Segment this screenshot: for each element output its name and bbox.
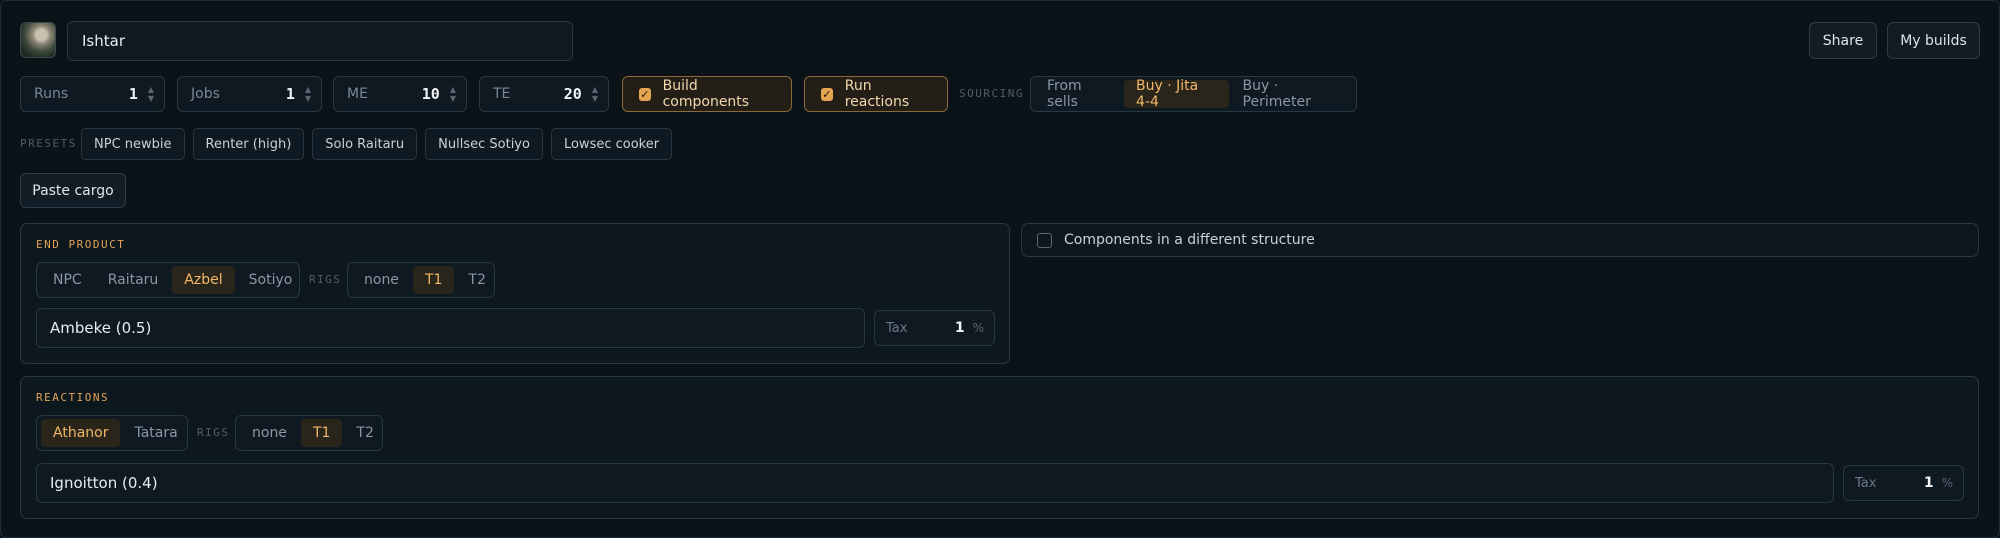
build-components-label: Build components	[662, 78, 750, 110]
runs-field[interactable]: Runs 1 ▲ ▼	[20, 76, 165, 112]
jobs-value: 1	[285, 85, 295, 103]
sourcing-selector: From sells Buy · Jita 4-4 Buy · Perimete…	[1030, 76, 1357, 112]
end-product-rigs-selector: none T1 T2	[347, 262, 495, 298]
te-label: TE	[493, 86, 511, 102]
ship-avatar-icon	[20, 22, 56, 58]
te-stepper-icon[interactable]: ▲ ▼	[592, 85, 598, 103]
build-name-input[interactable]: Ishtar	[67, 21, 573, 61]
structure-option-tatara[interactable]: Tatara	[122, 419, 189, 447]
run-reactions-toggle[interactable]: ✓ Run reactions	[804, 76, 948, 112]
end-product-system-input[interactable]: Ambeke (0.5)	[36, 308, 865, 348]
rig-option-none[interactable]: none	[240, 419, 299, 447]
tax-value: 1	[954, 320, 965, 336]
reactions-tax-field[interactable]: Tax 1 %	[1843, 465, 1964, 501]
sourcing-label: SOURCING	[959, 87, 1024, 100]
checkbox-icon[interactable]	[1037, 232, 1052, 248]
end-product-structure-selector: NPC Raitaru Azbel Sotiyo	[36, 262, 300, 298]
preset-solo-raitaru[interactable]: Solo Raitaru	[312, 128, 418, 160]
reactions-title: REACTIONS	[36, 391, 110, 404]
me-field[interactable]: ME 10 ▲ ▼	[333, 76, 467, 112]
structure-option-azbel[interactable]: Azbel	[172, 266, 235, 294]
rig-option-t2[interactable]: T2	[456, 266, 497, 294]
preset-renter-high[interactable]: Renter (high)	[192, 128, 305, 160]
reactions-system-input[interactable]: Ignoitton (0.4)	[36, 463, 1834, 503]
te-field[interactable]: TE 20 ▲ ▼	[479, 76, 609, 112]
jobs-label: Jobs	[191, 86, 220, 102]
end-product-tax-field[interactable]: Tax 1 %	[874, 310, 995, 346]
runs-label: Runs	[34, 86, 69, 102]
runs-value: 1	[128, 85, 138, 103]
reactions-rigs-selector: none T1 T2	[235, 415, 383, 451]
structure-option-athanor[interactable]: Athanor	[41, 419, 121, 447]
tax-value: 1	[1923, 475, 1934, 491]
sourcing-option-from-sells[interactable]: From sells	[1035, 78, 1122, 110]
share-button[interactable]: Share	[1809, 22, 1877, 59]
rig-option-t2[interactable]: T2	[344, 419, 385, 447]
reactions-structure-selector: Athanor Tatara	[36, 415, 188, 451]
me-value: 10	[421, 85, 440, 103]
tax-label: Tax	[1855, 475, 1877, 491]
build-components-toggle[interactable]: ✓ Build components	[622, 76, 792, 112]
paste-cargo-button[interactable]: Paste cargo	[20, 173, 126, 208]
me-label: ME	[347, 86, 368, 102]
reactions-rigs-label: RIGS	[197, 426, 230, 439]
presets-label: PRESETS	[20, 137, 77, 150]
tax-unit: %	[1941, 476, 1953, 490]
components-structure-label: Components in a different structure	[1064, 232, 1315, 248]
run-reactions-label: Run reactions	[844, 78, 910, 110]
check-icon: ✓	[639, 87, 651, 101]
structure-option-npc[interactable]: NPC	[41, 266, 94, 294]
jobs-field[interactable]: Jobs 1 ▲ ▼	[177, 76, 322, 112]
te-value: 20	[563, 85, 582, 103]
end-product-panel: END PRODUCT NPC Raitaru Azbel Sotiyo RIG…	[20, 223, 1010, 364]
my-builds-button[interactable]: My builds	[1887, 22, 1980, 59]
structure-option-sotiyo[interactable]: Sotiyo	[237, 266, 305, 294]
end-product-rigs-label: RIGS	[309, 273, 342, 286]
structure-option-raitaru[interactable]: Raitaru	[96, 266, 171, 294]
components-structure-toggle[interactable]: Components in a different structure	[1021, 223, 1979, 257]
check-icon: ✓	[821, 87, 833, 101]
reactions-panel: REACTIONS Athanor Tatara RIGS none T1 T2…	[20, 376, 1979, 519]
sourcing-option-buy-perimeter[interactable]: Buy · Perimeter	[1231, 78, 1352, 110]
rig-option-none[interactable]: none	[352, 266, 411, 294]
jobs-stepper-icon[interactable]: ▲ ▼	[305, 85, 311, 103]
sourcing-option-buy-jita[interactable]: Buy · Jita 4-4	[1124, 78, 1229, 110]
me-stepper-icon[interactable]: ▲ ▼	[450, 85, 456, 103]
runs-stepper-icon[interactable]: ▲ ▼	[148, 85, 154, 103]
rig-option-t1[interactable]: T1	[412, 266, 455, 294]
tax-unit: %	[972, 321, 984, 335]
presets-list: NPC newbie Renter (high) Solo Raitaru Nu…	[81, 128, 673, 160]
end-product-title: END PRODUCT	[36, 238, 126, 251]
preset-npc-newbie[interactable]: NPC newbie	[81, 128, 185, 160]
preset-lowsec-cooker[interactable]: Lowsec cooker	[550, 128, 673, 160]
preset-nullsec-sotiyo[interactable]: Nullsec Sotiyo	[425, 128, 543, 160]
rig-option-t1[interactable]: T1	[300, 419, 343, 447]
tax-label: Tax	[886, 320, 908, 336]
